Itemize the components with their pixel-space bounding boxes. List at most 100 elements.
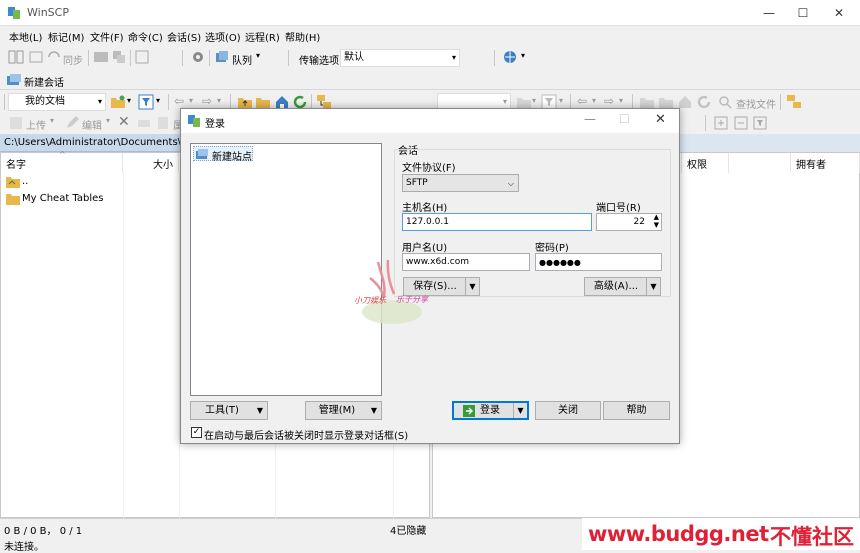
delete-icon[interactable]: ✕ [118,114,130,130]
manage-dropdown-icon[interactable]: ▼ [367,402,381,419]
filter-icon[interactable] [138,94,154,110]
remote-back-dropdown-icon[interactable]: ▾ [592,96,596,105]
close-window-button[interactable]: ✕ [822,0,856,26]
manage-button[interactable]: 管理(M) ▼ [305,401,382,420]
remote-find-folders-icon[interactable] [786,94,802,110]
remote-refresh-icon[interactable] [696,94,712,110]
column-header-rights[interactable]: 权限 [681,153,729,173]
remote-open-dropdown-icon[interactable]: ▾ [532,96,536,105]
menu-local[interactable]: 本地(L) [9,29,42,44]
back-dropdown-icon[interactable]: ▾ [189,96,193,105]
protocol-select[interactable]: SFTP ⌵ [402,174,519,192]
queue-label[interactable]: 队列 [232,52,252,67]
upload-icon[interactable] [8,115,24,131]
host-label: 主机名(H) [402,203,448,214]
main-toolbar: 同步 队列 ▾ 传输选项 默认 ▾ ▾ [0,46,860,68]
compare-dirs-icon[interactable] [8,49,24,65]
edit-icon[interactable] [64,115,80,131]
spin-arrows-icon[interactable]: ▲ ▼ [654,213,659,229]
unselect-minus-icon[interactable] [733,115,749,131]
find-files-label[interactable]: 查找文件 [736,96,776,111]
chevron-down-icon: ▾ [97,97,102,106]
menu-file[interactable]: 文件(F) [90,29,124,44]
minimize-button[interactable]: — [752,0,786,26]
remote-back-arrow-icon[interactable]: ⇦ [577,94,587,108]
forward-dropdown-icon[interactable]: ▾ [217,96,221,105]
column-header-size[interactable]: 大小 [123,153,179,173]
preferences-gear-icon[interactable] [190,49,206,65]
filter-select-icon[interactable] [752,115,768,131]
list-item-name: .. [22,176,29,187]
filter-dropdown-icon[interactable]: ▾ [156,96,160,105]
menu-commands[interactable]: 命令(C) [128,29,163,44]
menu-options[interactable]: 选项(O) [205,29,241,44]
sync-label[interactable]: 同步 [63,52,83,67]
dialog-close-button[interactable]: ✕ [655,112,666,127]
column-header-name[interactable]: 名字 ^ [1,150,123,173]
local-location-select[interactable]: 我的文档 ▾ [8,93,106,111]
find-files-icon[interactable] [717,94,733,110]
login-dropdown-icon[interactable]: ▼ [513,403,527,418]
open-dropdown-icon[interactable]: ▾ [127,96,131,105]
login-button[interactable]: 登录 ▼ [452,401,529,420]
window-title: WinSCP [27,6,69,19]
show-login-checkbox-label[interactable]: 在启动与最后会话被关闭时显示登录对话框(S) [204,427,408,442]
dialog-minimize-button[interactable]: — [584,112,596,126]
edit-label[interactable]: 编辑 [82,117,102,132]
advanced-button[interactable]: 高级(A)... ▼ [584,277,661,296]
maximize-button[interactable]: ☐ [786,0,820,26]
host-input[interactable]: 127.0.0.1 [402,213,592,231]
transfer-settings-value: 默认 [344,52,364,63]
port-stepper[interactable]: 22 ▲ ▼ [596,213,662,231]
upload-label[interactable]: 上传 [26,117,46,132]
separator [130,50,131,66]
putty-icon[interactable] [111,49,127,65]
close-button-label: 关闭 [558,405,578,416]
console-icon[interactable] [93,49,109,65]
menu-help[interactable]: 帮助(H) [285,29,320,44]
tools-button[interactable]: 工具(T) ▼ [190,401,268,420]
queue-dropdown-icon[interactable]: ▾ [256,51,260,60]
forward-arrow-icon[interactable]: ⇨ [202,94,212,108]
properties-icon[interactable] [155,115,171,131]
local-path-bar[interactable]: C:\Users\Administrator\Documents\ [0,134,180,152]
dialog-maximize-button[interactable]: ☐ [619,112,630,126]
back-arrow-icon[interactable]: ⇦ [174,94,184,108]
help-button[interactable]: 帮助 [603,401,670,420]
separator [4,94,5,110]
column-header-owner[interactable]: 拥有者 [790,153,860,173]
remote-filter-dropdown-icon[interactable]: ▾ [559,96,563,105]
sync-browse-icon[interactable] [28,49,44,65]
globe-icon[interactable] [502,49,518,65]
list-item-name: My Cheat Tables [22,193,104,204]
open-folder-icon[interactable] [110,94,126,110]
menu-remote[interactable]: 远程(R) [245,29,280,44]
rename-icon[interactable] [136,115,152,131]
show-login-checkbox[interactable]: ✓ [191,427,202,438]
remote-forward-dropdown-icon[interactable]: ▾ [619,96,623,105]
menu-mark[interactable]: 标记(M) [48,29,84,44]
new-session-tab[interactable]: 新建会话 [24,74,64,89]
close-button[interactable]: 关闭 [535,401,601,420]
chevron-down-icon: ⌵ [507,179,514,188]
protocol-label: 文件协议(F) [402,163,456,174]
globe-dropdown-icon[interactable]: ▾ [521,51,525,60]
separator [209,50,210,66]
sync-icon[interactable] [46,49,62,65]
upload-dropdown-icon[interactable]: ▾ [50,116,54,125]
menu-session[interactable]: 会话(S) [167,29,201,44]
site-item-new[interactable]: 新建站点 [193,146,253,163]
password-input[interactable]: ●●●●●● [535,253,662,271]
column-rights-label: 权限 [687,160,707,171]
new-session-icon[interactable] [6,72,22,88]
save-dropdown-icon[interactable]: ▼ [465,278,479,295]
window-icon[interactable] [134,49,150,65]
password-label: 密码(P) [535,243,569,254]
edit-dropdown-icon[interactable]: ▾ [106,116,110,125]
advanced-dropdown-icon[interactable]: ▼ [646,278,660,295]
tools-dropdown-icon[interactable]: ▼ [253,402,267,419]
select-all-plus-icon[interactable] [713,115,729,131]
transfer-settings-select[interactable]: 默认 ▾ [340,49,460,67]
remote-forward-arrow-icon[interactable]: ⇨ [604,94,614,108]
queue-icon[interactable] [214,49,230,65]
